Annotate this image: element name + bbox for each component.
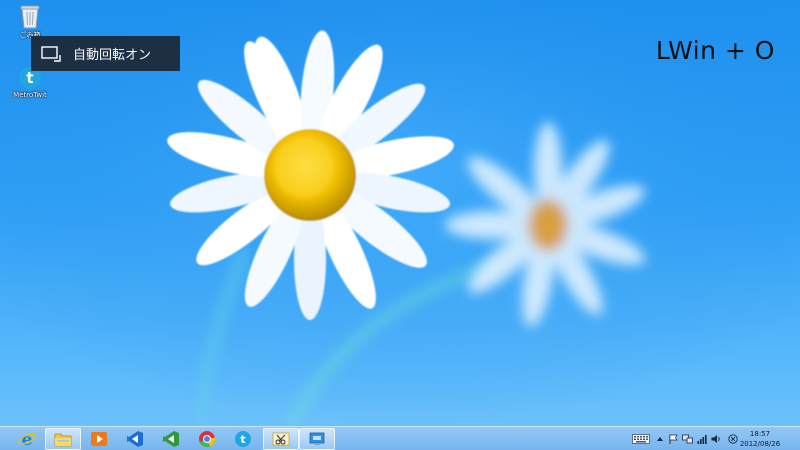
chrome-icon xyxy=(199,431,216,448)
recycle-bin-icon xyxy=(20,5,40,29)
taskbar-app-visual-studio[interactable] xyxy=(117,428,153,450)
clock-time: 18:57 xyxy=(749,430,771,438)
desktop-icon-recycle-bin[interactable]: ごみ箱 xyxy=(8,3,52,40)
taskbar-clock[interactable]: 18:57 2012/08/26 xyxy=(734,429,786,449)
taskbar-app-media-player[interactable] xyxy=(81,428,117,450)
hotkey-overlay: LWin + O xyxy=(655,36,775,65)
action-center-flag-icon[interactable] xyxy=(669,434,678,444)
system-tray xyxy=(632,427,738,450)
visual-studio-icon xyxy=(127,431,143,447)
screen-rotation-icon xyxy=(41,45,61,62)
rotation-status-text: 自動回転オン xyxy=(73,48,152,63)
taskbar-app-snipping-tool[interactable] xyxy=(263,428,299,450)
visual-studio-green-icon xyxy=(163,431,179,447)
clock-date: 2012/08/26 xyxy=(739,440,781,448)
snipping-tool-icon xyxy=(272,432,290,446)
rotation-notification-toast: 自動回転オン xyxy=(31,36,180,71)
file-explorer-icon xyxy=(54,433,72,447)
volume-icon[interactable] xyxy=(711,434,722,444)
svg-text:e: e xyxy=(22,430,33,448)
remote-desktop-icon xyxy=(309,432,325,445)
taskbar-app-file-explorer[interactable] xyxy=(45,428,81,450)
show-hidden-icons-icon[interactable] xyxy=(656,435,664,443)
network-icon[interactable] xyxy=(682,434,693,444)
internet-explorer-icon: e xyxy=(18,430,36,448)
taskbar-app-internet-explorer[interactable]: e xyxy=(9,428,45,450)
svg-text:t: t xyxy=(240,433,245,446)
keyboard-icon[interactable] xyxy=(632,434,650,444)
svg-text:t: t xyxy=(26,69,33,87)
metrotwit-icon: t xyxy=(235,431,251,447)
signal-icon[interactable] xyxy=(697,434,707,444)
taskbar-app-metrotwit[interactable]: t xyxy=(225,428,261,450)
desktop-icon-label: MetroTwit xyxy=(13,91,47,99)
taskbar-app-visual-studio-express[interactable] xyxy=(153,428,189,450)
media-player-icon xyxy=(91,432,107,446)
taskbar-app-remote-desktop[interactable] xyxy=(299,428,335,450)
taskbar-app-chrome[interactable] xyxy=(189,428,225,450)
taskbar: e t 18:57 2012/08/26 xyxy=(0,426,800,450)
